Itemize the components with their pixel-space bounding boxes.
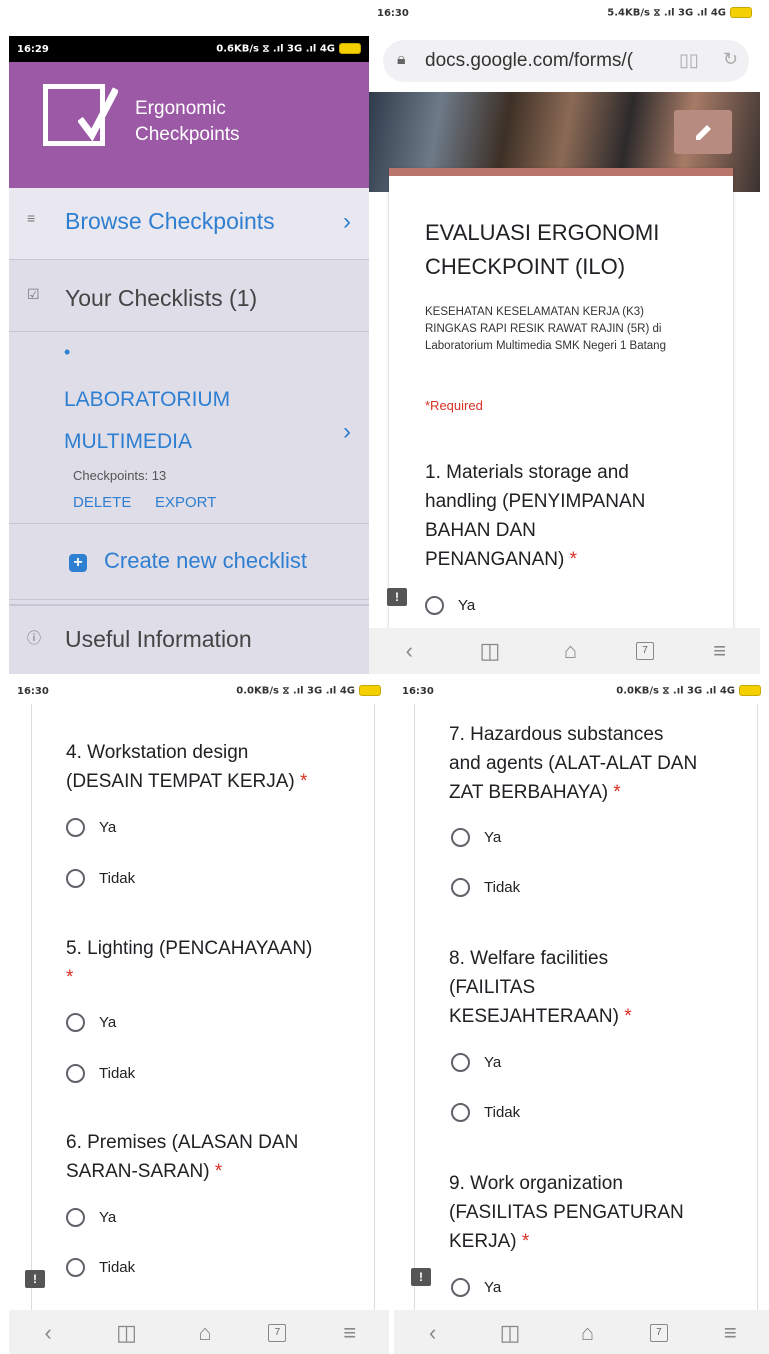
checklist-item-laboratorium[interactable]: • LABORATORIUM MULTIMEDIA › Checkpoints:… xyxy=(9,332,369,524)
delete-button[interactable]: DELETE xyxy=(73,494,131,511)
radio-ya[interactable] xyxy=(66,1208,85,1227)
status-indicators: 0.0KB/s ⧖ .ıl 3G .ıl 4G xyxy=(616,685,761,697)
address-bar[interactable]: 🔒︎ docs.google.com/forms/( ▯▯ ↻ xyxy=(383,40,749,82)
question-5: 5. Lighting (PENCAHAYAAN) * xyxy=(66,938,313,988)
tabs-icon[interactable]: 7 xyxy=(268,1324,287,1342)
status-time: 16:30 xyxy=(17,685,49,697)
question-7: 7. Hazardous substances and agents (ALAT… xyxy=(449,724,698,803)
home-icon[interactable]: ⌂ xyxy=(572,1320,602,1346)
radio-ya[interactable] xyxy=(451,828,470,847)
radio-tidak[interactable] xyxy=(451,878,470,897)
form-screen-top: 16:30 5.4KB/s ⧖ .ıl 3G .ıl 4G 🔒︎ docs.go… xyxy=(369,0,760,675)
radio-tidak[interactable] xyxy=(451,1103,470,1122)
bookmarks-icon[interactable]: ◫ xyxy=(475,638,505,664)
question-1: 1. Materials storage and handling (PENYI… xyxy=(425,462,646,570)
back-icon[interactable]: ‹ xyxy=(394,638,424,664)
checklist-name: LABORATORIUM xyxy=(64,388,231,411)
form-screen-q7-q9: 16:30 0.0KB/s ⧖ .ıl 3G .ıl 4G 7. Hazardo… xyxy=(394,678,769,1354)
battery-icon xyxy=(739,685,761,697)
form-title: EVALUASI ERGONOMI CHECKPOINT (ILO) xyxy=(425,220,660,279)
radio-ya[interactable] xyxy=(66,818,85,837)
chevron-right-icon: › xyxy=(343,208,351,235)
question-9: 9. Work organization (FASILITAS PENGATUR… xyxy=(449,1173,684,1252)
info-icon: ⓘ xyxy=(27,630,41,646)
form-card: 7. Hazardous substances and agents (ALAT… xyxy=(414,704,758,1310)
browser-nav-bar: ‹ ◫ ⌂ 7 ≡ xyxy=(369,628,760,674)
edit-button[interactable] xyxy=(674,110,732,154)
form-card: EVALUASI ERGONOMI CHECKPOINT (ILO) KESEH… xyxy=(389,168,733,638)
status-indicators: 5.4KB/s ⧖ .ıl 3G .ıl 4G xyxy=(607,7,752,19)
create-new-checklist-button[interactable]: + Create new checklist xyxy=(9,524,369,600)
browse-checkpoints-item[interactable]: ≡ Browse Checkpoints › xyxy=(9,188,369,260)
back-icon[interactable]: ‹ xyxy=(33,1320,63,1346)
list-icon: ≡ xyxy=(27,210,36,226)
lock-icon: 🔒︎ xyxy=(397,51,406,68)
feedback-icon[interactable]: ! xyxy=(25,1270,45,1288)
feedback-icon[interactable]: ! xyxy=(411,1268,431,1286)
home-icon[interactable]: ⌂ xyxy=(555,638,585,664)
status-bar: 16:29 0.6KB/s ⧖ .ıl 3G .ıl 4G xyxy=(9,36,369,62)
menu-icon[interactable]: ≡ xyxy=(715,1320,745,1346)
plus-icon: + xyxy=(69,554,87,572)
status-indicators: 0.6KB/s ⧖ .ıl 3G .ıl 4G xyxy=(216,43,361,55)
useful-information-item[interactable]: ⓘ Useful Information xyxy=(9,604,369,674)
check-mark-icon xyxy=(78,87,118,142)
radio-tidak[interactable] xyxy=(66,1064,85,1083)
form-card: 4. Workstation design (DESAIN TEMPAT KER… xyxy=(31,704,375,1310)
radio-ya[interactable] xyxy=(66,1013,85,1032)
checkpoints-count: Checkpoints: 13 xyxy=(73,468,167,483)
ergonomic-app-screen: 16:29 0.6KB/s ⧖ .ıl 3G .ıl 4G Ergonomic … xyxy=(9,36,369,674)
browser-nav-bar: ‹ ◫ ⌂ 7 ≡ xyxy=(394,1310,769,1354)
checkbox-icon: ☑ xyxy=(27,286,40,302)
status-bar: 16:30 5.4KB/s ⧖ .ıl 3G .ıl 4G xyxy=(369,0,760,26)
radio-ya[interactable] xyxy=(451,1278,470,1297)
back-icon[interactable]: ‹ xyxy=(418,1320,448,1346)
required-note: *Required xyxy=(425,398,483,413)
bullet-dot: • xyxy=(64,342,71,362)
status-time: 16:30 xyxy=(402,685,434,697)
status-time: 16:29 xyxy=(17,43,49,55)
bookmarks-icon[interactable]: ◫ xyxy=(112,1320,142,1346)
home-icon[interactable]: ⌂ xyxy=(190,1320,220,1346)
question-6: 6. Premises (ALASAN DAN SARAN-SARAN) * xyxy=(66,1132,299,1182)
status-indicators: 0.0KB/s ⧖ .ıl 3G .ıl 4G xyxy=(236,685,381,697)
status-time: 16:30 xyxy=(377,7,409,19)
question-8: 8. Welfare facilities (FAILITAS KESEJAHT… xyxy=(449,948,632,1027)
form-description: KESEHATAN KESELAMATAN KERJA (K3) RINGKAS… xyxy=(425,306,666,352)
menu-icon[interactable]: ≡ xyxy=(335,1320,365,1346)
app-menu: ≡ Browse Checkpoints › ☑ Your Checklists… xyxy=(9,188,369,674)
pencil-icon xyxy=(696,125,711,140)
battery-icon xyxy=(359,685,381,697)
question-4: 4. Workstation design (DESAIN TEMPAT KER… xyxy=(66,742,308,792)
app-header: Ergonomic Checkpoints xyxy=(9,62,369,188)
tabs-icon[interactable]: 7 xyxy=(636,642,655,660)
radio-ya[interactable] xyxy=(425,596,444,615)
radio-ya[interactable] xyxy=(451,1053,470,1072)
radio-tidak[interactable] xyxy=(66,1258,85,1277)
radio-tidak[interactable] xyxy=(66,869,85,888)
checkbox-logo-icon xyxy=(43,84,118,146)
status-bar: 16:30 0.0KB/s ⧖ .ıl 3G .ıl 4G xyxy=(394,678,769,704)
your-checklists-item[interactable]: ☑ Your Checklists (1) xyxy=(9,264,369,332)
bookmarks-icon[interactable]: ◫ xyxy=(495,1320,525,1346)
reader-mode-icon[interactable]: ▯▯ xyxy=(679,50,699,71)
url-text: docs.google.com/forms/( xyxy=(425,50,634,71)
tabs-icon[interactable]: 7 xyxy=(649,1324,668,1342)
app-title: Ergonomic Checkpoints xyxy=(135,98,240,145)
chevron-right-icon: › xyxy=(343,418,351,445)
refresh-icon[interactable]: ↻ xyxy=(723,49,738,70)
status-bar: 16:30 0.0KB/s ⧖ .ıl 3G .ıl 4G xyxy=(9,678,389,704)
form-screen-q4-q6: 16:30 0.0KB/s ⧖ .ıl 3G .ıl 4G 4. Worksta… xyxy=(9,678,389,1354)
export-button[interactable]: EXPORT xyxy=(155,494,216,511)
battery-icon xyxy=(730,7,752,19)
feedback-icon[interactable]: ! xyxy=(387,588,407,606)
menu-icon[interactable]: ≡ xyxy=(705,638,735,664)
battery-icon xyxy=(339,43,361,55)
browser-nav-bar: ‹ ◫ ⌂ 7 ≡ xyxy=(9,1310,389,1354)
